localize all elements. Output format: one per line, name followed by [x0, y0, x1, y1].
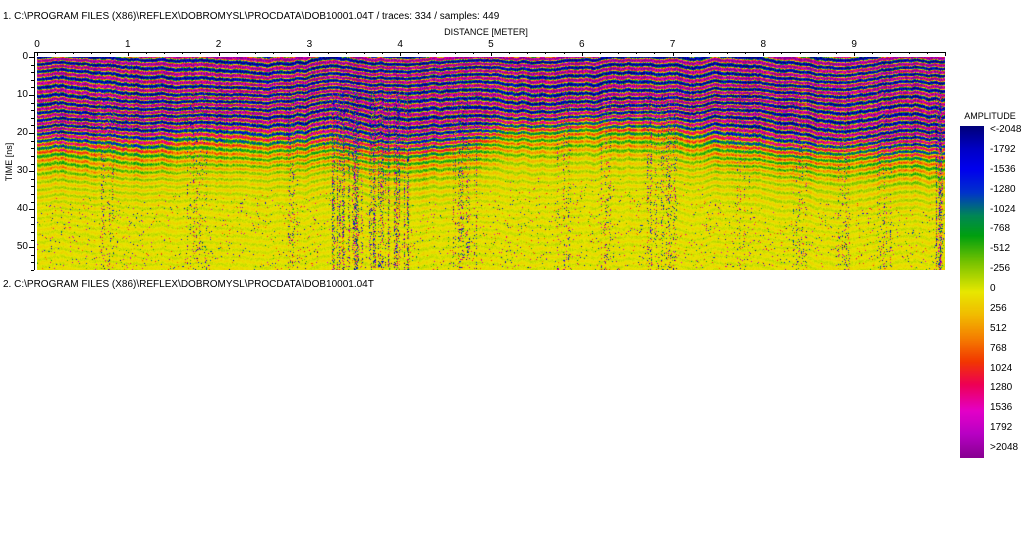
y-tick-label: 40: [6, 204, 28, 214]
x-axis-line: [35, 52, 946, 53]
colorbar-tick-label: 512: [990, 323, 1007, 335]
profile-1-title: 1. C:\PROGRAM FILES (X86)\REFLEX\DOBROMY…: [3, 11, 499, 22]
colorbar-tick-label: -512: [990, 243, 1010, 255]
colorbar-tick-label: -1792: [990, 144, 1016, 156]
reflexw-profile-window: 1. C:\PROGRAM FILES (X86)\REFLEX\DOBROMY…: [0, 0, 1024, 555]
colorbar-tick-label: 1792: [990, 422, 1012, 434]
y-minor-tick: [31, 270, 34, 271]
colorbar-tick-label: 768: [990, 343, 1007, 355]
colorbar-tick-label: <-2048: [990, 124, 1021, 136]
y-tick-label: 0: [6, 52, 28, 62]
x-tick-label: 5: [481, 40, 501, 50]
colorbar-tick-label: -1024: [990, 204, 1016, 216]
colorbar-tick-label: 1280: [990, 382, 1012, 394]
colorbar-tick-label: 1536: [990, 402, 1012, 414]
x-tick-label: 9: [844, 40, 864, 50]
x-tick-label: 3: [299, 40, 319, 50]
colorbar-tick-label: -1280: [990, 184, 1016, 196]
y-tick-label: 50: [6, 242, 28, 252]
colorbar-title: AMPLITUDE: [956, 111, 1024, 121]
colorbar-tick-label: 256: [990, 303, 1007, 315]
y-axis-title: TIME [ns]: [4, 127, 14, 197]
y-tick-label: 10: [6, 90, 28, 100]
amplitude-colorbar: [960, 126, 984, 458]
colorbar-tick-label: -256: [990, 263, 1010, 275]
x-tick-label: 7: [663, 40, 683, 50]
colorbar-tick-label: 1024: [990, 363, 1012, 375]
y-axis-line: [34, 52, 35, 270]
x-tick-label: 8: [753, 40, 773, 50]
x-tick-label: 0: [27, 40, 47, 50]
x-tick-label: 6: [572, 40, 592, 50]
profile-2-title: 2. C:\PROGRAM FILES (X86)\REFLEX\DOBROMY…: [3, 279, 374, 290]
x-axis-title: DISTANCE [METER]: [406, 27, 566, 37]
x-tick-label: 2: [209, 40, 229, 50]
colorbar-tick-label: >2048: [990, 442, 1018, 454]
colorbar-tick-label: -1536: [990, 164, 1016, 176]
x-tick-label: 4: [390, 40, 410, 50]
colorbar-tick-label: 0: [990, 283, 996, 295]
radargram-section[interactable]: [37, 57, 945, 270]
colorbar-tick-label: -768: [990, 223, 1010, 235]
x-tick-label: 1: [118, 40, 138, 50]
